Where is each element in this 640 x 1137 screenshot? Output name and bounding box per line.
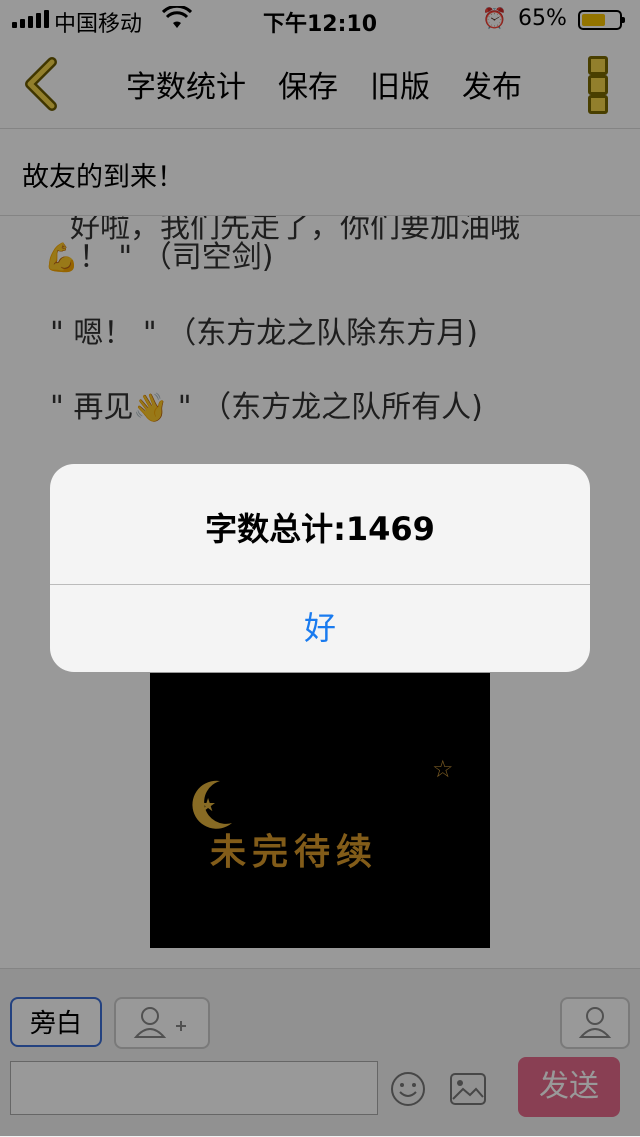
alert-message: 字数总计:1469 [205,510,435,548]
ok-button[interactable]: 好 [50,585,590,672]
word-count-alert: 字数总计:1469 好 [50,464,590,672]
